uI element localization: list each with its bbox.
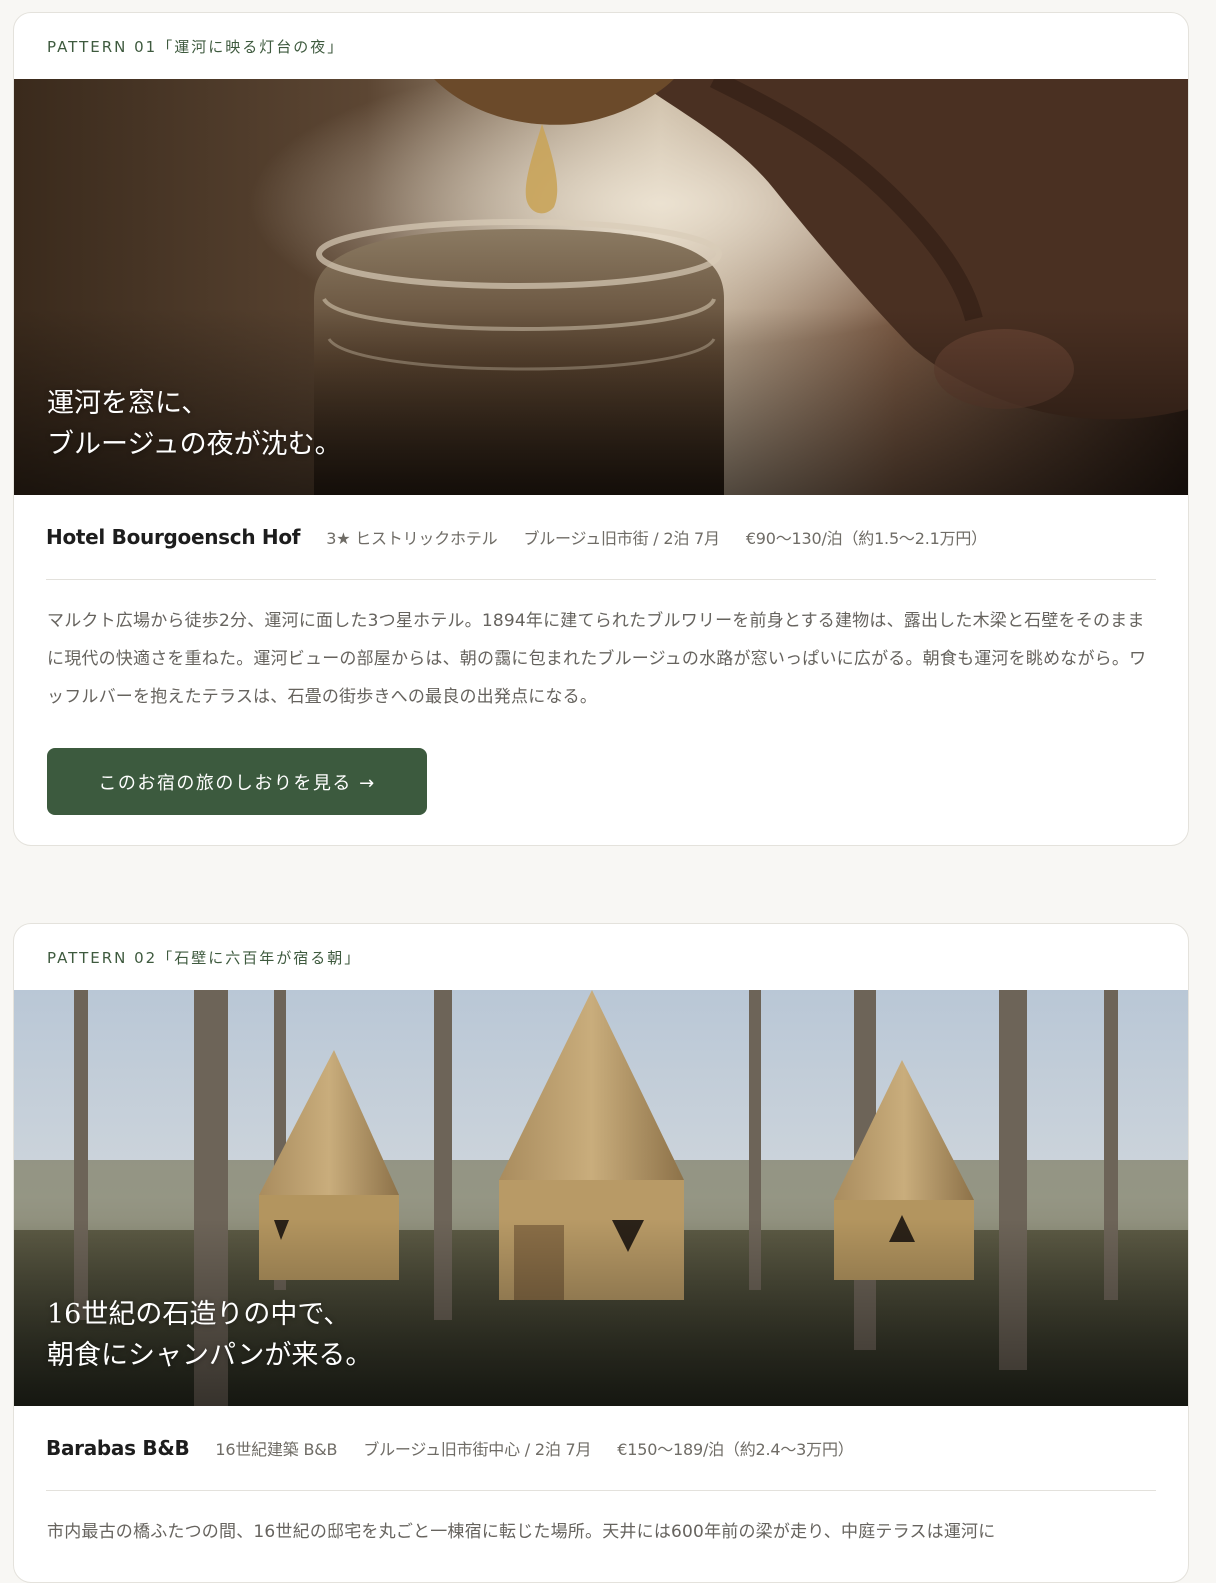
hero-headline-line: 16世紀の石造りの中で、 [47, 1299, 351, 1330]
hotel-meta-row: Hotel Bourgoensch Hof 3★ ヒストリックホテル ブルージュ… [46, 495, 1156, 580]
hotel-category: 3★ ヒストリックホテル [326, 529, 498, 548]
hotel-card-2: PATTERN 02「石壁に六百年が宿る朝」 16世紀の石造りの中で、 朝食にシ… [13, 923, 1189, 1583]
hero-headline-line: 朝食にシャンパンが来る。 [47, 1340, 373, 1371]
pattern-label: PATTERN 01「運河に映る灯台の夜」 [47, 37, 345, 56]
view-itinerary-button[interactable]: このお宿の旅のしおりを見る → [47, 748, 427, 815]
hotel-location: ブルージュ旧市街中心 / 2泊 7月 [363, 1440, 592, 1459]
hotel-category: 16世紀建築 B&B [215, 1440, 338, 1459]
hero-headline-line: 運河を窓に、 [47, 388, 209, 419]
hotel-price: €150〜189/泊（約2.4〜3万円） [617, 1440, 854, 1459]
hotel-name: Hotel Bourgoensch Hof [46, 525, 301, 549]
hotel-price: €90〜130/泊（約1.5〜2.1万円） [745, 529, 987, 548]
hotel-name: Barabas B&B [46, 1436, 190, 1460]
hero-headline: 16世紀の石造りの中で、 朝食にシャンパンが来る。 [47, 1294, 372, 1376]
hotel-description: マルクト広場から徒歩2分、運河に面した3つ星ホテル。1894年に建てられたブルワ… [47, 611, 1147, 707]
hero-headline-line: ブルージュの夜が沈む。 [47, 429, 342, 460]
hero-image-honey-jar: 運河を窓に、 ブルージュの夜が沈む。 [14, 79, 1188, 495]
pattern-label: PATTERN 02「石壁に六百年が宿る朝」 [47, 948, 362, 967]
hero-image-teepee-cabins: 16世紀の石造りの中で、 朝食にシャンパンが来る。 [14, 990, 1188, 1406]
hotel-card-1: PATTERN 01「運河に映る灯台の夜」 運河を窓に、 ブルージュの夜が沈む。… [13, 12, 1189, 846]
hotel-description: 市内最古の橋ふたつの間、16世紀の邸宅を丸ごと一棟宿に転じた場所。天井には600… [47, 1522, 996, 1542]
hotel-location: ブルージュ旧市街 / 2泊 7月 [523, 529, 720, 548]
hero-headline: 運河を窓に、 ブルージュの夜が沈む。 [47, 383, 342, 465]
hotel-meta-row: Barabas B&B 16世紀建築 B&B ブルージュ旧市街中心 / 2泊 7… [46, 1406, 1156, 1491]
